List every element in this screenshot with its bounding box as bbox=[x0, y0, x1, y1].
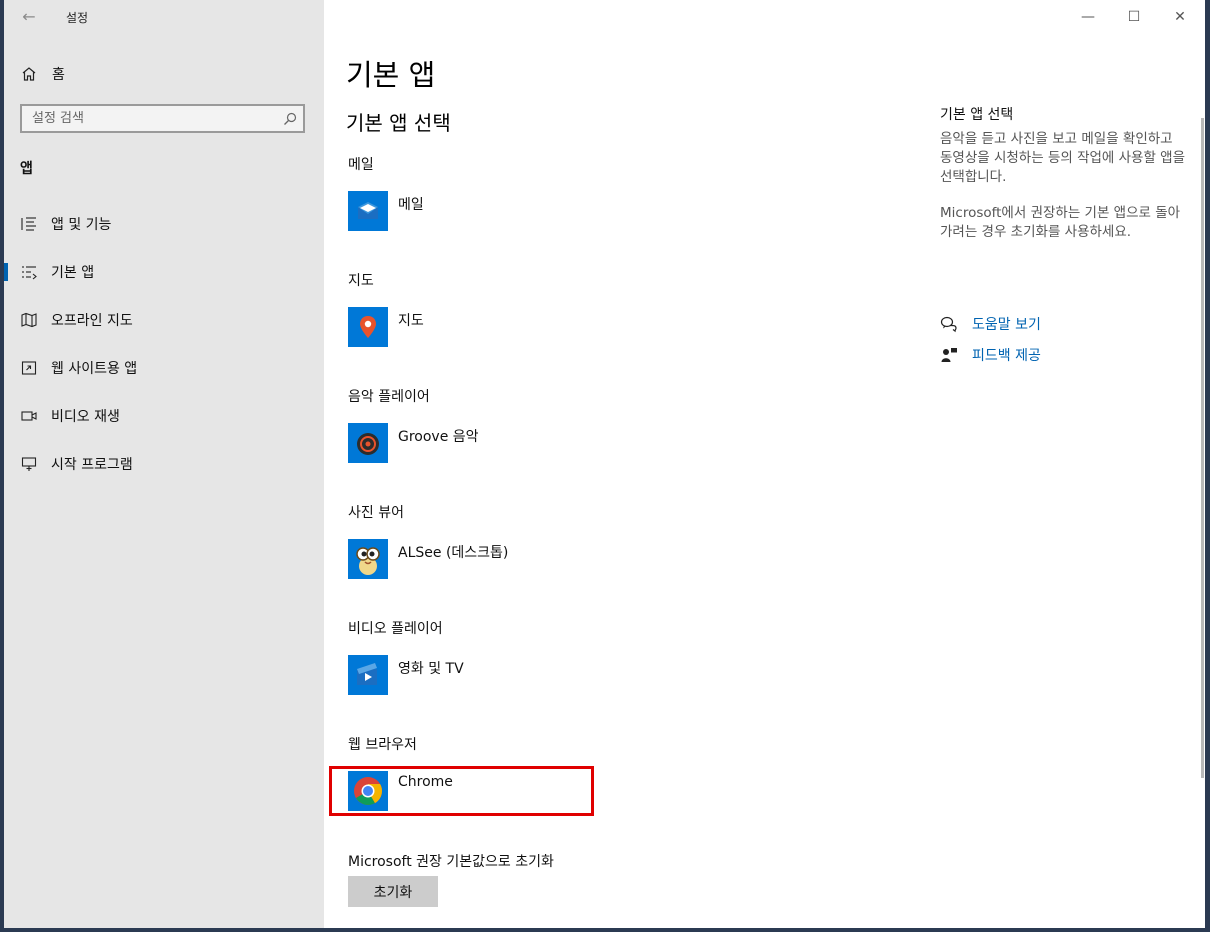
sidebar-item-apps-features[interactable]: 앱 및 기능 bbox=[4, 209, 324, 239]
category-label-maps: 지도 bbox=[348, 273, 374, 289]
reset-button[interactable]: 초기화 bbox=[348, 876, 438, 907]
minimize-button[interactable]: — bbox=[1076, 6, 1100, 28]
category-label-mail: 메일 bbox=[348, 157, 374, 173]
app-tile bbox=[348, 191, 388, 231]
mail-icon bbox=[358, 202, 378, 219]
minimize-icon: — bbox=[1081, 9, 1095, 25]
window-title: 설정 bbox=[66, 11, 89, 25]
home-label: 홈 bbox=[52, 67, 65, 83]
help-panel-title: 기본 앱 선택 bbox=[940, 107, 1014, 123]
app-name: 영화 및 TV bbox=[398, 661, 464, 677]
app-tile bbox=[348, 307, 388, 347]
default-app-music-player[interactable]: Groove 음악 bbox=[348, 423, 479, 467]
map-icon bbox=[21, 312, 37, 328]
groove-music-icon bbox=[357, 433, 379, 455]
video-icon bbox=[21, 411, 37, 421]
home-link[interactable]: 홈 bbox=[20, 63, 65, 85]
help-panel-description: 음악을 듣고 사진을 보고 메일을 확인하고 동영상을 시청하는 등의 작업에 … bbox=[940, 131, 1186, 185]
app-tile bbox=[348, 539, 388, 579]
scrollbar[interactable] bbox=[1201, 118, 1204, 778]
sidebar-item-label: 시작 프로그램 bbox=[51, 457, 133, 473]
maximize-button[interactable]: ☐ bbox=[1122, 6, 1146, 28]
settings-window: ← 설정 홈 앱 앱 및 기능 bbox=[4, 0, 1205, 928]
sidebar-item-label: 웹 사이트용 앱 bbox=[51, 361, 138, 377]
help-chat-icon bbox=[940, 316, 957, 333]
app-tile bbox=[348, 423, 388, 463]
section-title: 기본 앱 선택 bbox=[346, 111, 451, 135]
sidebar-item-label: 앱 및 기능 bbox=[51, 217, 112, 233]
list-icon bbox=[21, 217, 36, 231]
category-label-video-player: 비디오 플레이어 bbox=[348, 621, 443, 637]
sidebar-item-video-playback[interactable]: 비디오 재생 bbox=[4, 401, 324, 431]
reset-label: Microsoft 권장 기본값으로 초기화 bbox=[348, 854, 554, 870]
startup-icon bbox=[21, 457, 37, 471]
give-feedback-link[interactable]: 피드백 제공 bbox=[940, 344, 1041, 366]
default-apps-icon bbox=[22, 266, 37, 280]
get-help-label: 도움말 보기 bbox=[972, 317, 1041, 333]
category-label-music-player: 음악 플레이어 bbox=[348, 389, 430, 405]
default-app-video-player[interactable]: 영화 및 TV bbox=[348, 655, 464, 699]
sidebar-item-default-apps[interactable]: 기본 앱 bbox=[4, 257, 324, 287]
sidebar-item-label: 오프라인 지도 bbox=[51, 313, 133, 329]
category-label-photo-viewer: 사진 뷰어 bbox=[348, 505, 404, 521]
search-box[interactable] bbox=[20, 104, 305, 133]
category-label-web-browser: 웹 브라우저 bbox=[348, 737, 417, 753]
give-feedback-label: 피드백 제공 bbox=[972, 348, 1041, 364]
app-name: 지도 bbox=[398, 313, 424, 329]
search-input[interactable] bbox=[22, 106, 282, 131]
default-app-mail[interactable]: 메일 bbox=[348, 191, 424, 235]
sidebar-item-label: 기본 앱 bbox=[51, 265, 95, 281]
sidebar-section-title: 앱 bbox=[20, 161, 33, 177]
close-icon: ✕ bbox=[1174, 9, 1186, 25]
home-icon bbox=[22, 67, 36, 81]
help-panel-reset-note: Microsoft에서 권장하는 기본 앱으로 돌아가려는 경우 초기화를 사용… bbox=[940, 205, 1181, 240]
maximize-icon: ☐ bbox=[1127, 9, 1141, 25]
app-tile bbox=[348, 655, 388, 695]
app-name: ALSee (데스크톱) bbox=[398, 545, 509, 561]
back-arrow-icon: ← bbox=[22, 7, 36, 26]
movies-tv-icon bbox=[357, 663, 377, 685]
website-app-icon bbox=[21, 361, 37, 375]
feedback-icon bbox=[941, 348, 957, 362]
sidebar-item-label: 비디오 재생 bbox=[51, 409, 120, 425]
sidebar-item-offline-maps[interactable]: 오프라인 지도 bbox=[4, 305, 324, 335]
page-title: 기본 앱 bbox=[346, 58, 436, 92]
sidebar: ← 설정 홈 앱 앱 및 기능 bbox=[4, 0, 324, 928]
sidebar-item-apps-for-websites[interactable]: 웹 사이트용 앱 bbox=[4, 353, 324, 383]
alsee-icon bbox=[356, 547, 380, 575]
search-icon[interactable] bbox=[283, 112, 297, 126]
back-button[interactable]: ← bbox=[18, 6, 40, 28]
sidebar-item-startup[interactable]: 시작 프로그램 bbox=[4, 449, 324, 479]
highlight-box bbox=[329, 766, 594, 816]
main-content: — ☐ ✕ 기본 앱 기본 앱 선택 메일 메일 지도 지도 음악 플레이어 G… bbox=[324, 0, 1205, 928]
close-button[interactable]: ✕ bbox=[1168, 6, 1192, 28]
maps-pin-icon bbox=[360, 316, 376, 338]
app-name: Groove 음악 bbox=[398, 429, 479, 445]
app-name: 메일 bbox=[398, 197, 424, 213]
default-app-photo-viewer[interactable]: ALSee (데스크톱) bbox=[348, 539, 508, 583]
default-app-maps[interactable]: 지도 bbox=[348, 307, 424, 351]
get-help-link[interactable]: 도움말 보기 bbox=[940, 313, 1041, 335]
